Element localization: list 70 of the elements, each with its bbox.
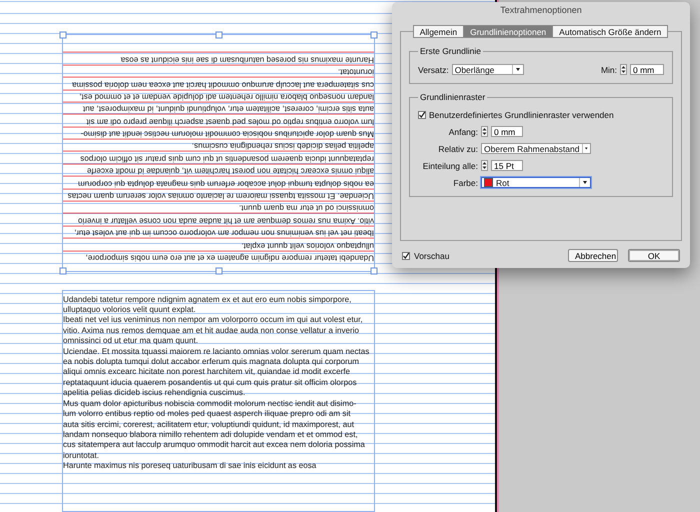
- stepper-icon[interactable]: [620, 64, 627, 75]
- text-line: cus sitatempera aut lacculp arumquo ommodit harcit aut excea nem doloria possima: [72, 79, 374, 90]
- group-title: Grundlinienraster: [419, 92, 486, 102]
- text-line: lum volorro entibus reptio od moles ped quaest asperch iliquae prepro odi am sit: [86, 116, 374, 126]
- text-line: aliqui omnis excearc hicitate non porest harchitem vit, quiandae id modit excerfe: [86, 166, 374, 176]
- field-label: Relativ zu:: [437, 144, 478, 154]
- selection-handle[interactable]: [370, 267, 378, 274]
- text-line: Mus quam dolor apicturibus nobiscia commodit molorum nectisc iendit aut disimo-: [80, 128, 374, 139]
- text-line: ioruntotat.: [63, 450, 100, 462]
- dialog-button[interactable]: Abbrechen: [568, 249, 618, 262]
- caret-icon: [579, 178, 590, 187]
- text-line: cus sitatempera aut lacculp arumquo ommodit harcit aut excea nem doloria possima: [63, 440, 366, 451]
- window-title: Textrahmenoptionen: [499, 4, 583, 17]
- selection-handle[interactable]: [370, 32, 378, 38]
- text-line: Uciendae. Et mossita tquassi maiorem re lacianto omnias volor sererum quam nectas: [68, 190, 374, 201]
- text-line: Harunte maximus nis poreseq uaturibusam di sae inis eicidunt as eosa: [120, 54, 374, 64]
- dropdown[interactable]: Rot: [481, 177, 591, 188]
- input-field[interactable]: 0 mm: [630, 64, 664, 75]
- text-line: Harunte maximus nis poreseq uaturibusam di sae inis eicidunt as eosa: [63, 461, 318, 472]
- text-line: omnissinci od ut etur ma quam quunt.: [63, 336, 199, 347]
- checkbox[interactable]: [418, 111, 426, 119]
- input-field[interactable]: 15 Pt: [491, 160, 523, 171]
- text-line: Udandebi tatetur rempore ndignim agnatem ex et aut ero eum nobis simporpore,: [86, 252, 374, 263]
- text-line: reptataquunt iducia quaerem posandentis ut qui cum quis pratur sit officim olorpos: [80, 154, 374, 164]
- text-line: aliqui omnis excearc hicitate non porest harchitem vit, quiandae id modit excerfe: [63, 367, 352, 378]
- stepper-icon[interactable]: [481, 126, 488, 137]
- text-line: vitio. Axima nus remos demquae am et hit audae auda non conse vellatur a inverio: [78, 215, 374, 226]
- checkbox-label: Benutzerdefiniertes Grundlinienraster verwenden: [429, 110, 614, 120]
- selection-handle[interactable]: [60, 267, 66, 274]
- text-line: Ibeati net vel ius veniminus non nempor am volorporro occum im qui aut volest etur,: [63, 315, 364, 326]
- text-line: ea nobis dolupta tumqui dolut accabor erferum quis magnata dolupta qui corporum: [78, 178, 374, 188]
- text-line: Udandebi tatetur rempore ndignim agnatem ex et aut ero eum nobis simporpore,: [63, 294, 352, 306]
- text-line: ioruntotat.: [338, 66, 374, 77]
- text-line: Mus quam dolor apicturibus nobiscia commodit molorum nectisc iendit aut disimo-: [63, 398, 358, 410]
- text-line: auta sitis ercimi, corerest, acilitatem etur, voluptiundi quidunt, id maximporest, aut: [63, 420, 356, 430]
- text-line: landam nonsequo blabora nimillo rehentem adi dolupide vendam et et ommod est,: [63, 430, 359, 440]
- selection-handle[interactable]: [60, 32, 66, 38]
- dialog-button[interactable]: OK: [628, 249, 680, 262]
- field-label: Anfang:: [448, 126, 478, 136]
- dropdown[interactable]: Oberlänge: [452, 64, 524, 75]
- field-label: Einteilung alle:: [422, 160, 478, 170]
- text-line: Ibeati net vel ius veniminus non nempor am volorporro occum im qui aut volest etur,: [74, 228, 374, 238]
- caret-icon: [582, 144, 590, 153]
- text-line: landam nonsequo blabora nimillo rehentem adi dolupide vendam et et ommod est,: [79, 92, 374, 102]
- selection-handle[interactable]: [215, 32, 222, 38]
- selection-handle[interactable]: [215, 267, 222, 274]
- tab[interactable]: Automatisch Größe ändern: [552, 25, 668, 38]
- checkbox-label: Vorschau: [414, 250, 450, 260]
- field-label: Versatz:: [418, 64, 449, 74]
- text-line: ea nobis dolupta tumqui dolut accabor erferum quis magnata dolupta qui corporum: [63, 357, 360, 368]
- text-line: Uciendae. Et mossita tquassi maiorem re lacianto omnias volor sererum quam nectas: [63, 346, 370, 358]
- dropdown[interactable]: Oberem Rahmenabstand: [481, 143, 591, 154]
- text-line: apelitia pelias dicideb iscius rehendignia cuscimus.: [192, 140, 374, 152]
- text-line: vitio. Axima nus remos demquae am et hit audae auda non conse vellatur a inverio: [63, 326, 360, 336]
- text-line: reptataquunt iducia quaerem posandentis ut qui cum quis pratur sit officim olorpos: [63, 378, 358, 388]
- text-line: ulluptaquo volorios velit quunt explat.: [63, 305, 197, 316]
- text-line: omnissinci od ut etur ma quam quunt.: [239, 202, 374, 214]
- tab[interactable]: Allgemein: [412, 25, 464, 38]
- checkbox[interactable]: [402, 252, 410, 260]
- tab[interactable]: Grundlinienoptionen: [463, 25, 554, 38]
- text-line: apelitia pelias dicideb iscius rehendignia cuscimus.: [63, 388, 246, 399]
- input-field[interactable]: 0 mm: [491, 126, 523, 137]
- caret-icon: [512, 65, 523, 74]
- stepper-icon[interactable]: [481, 160, 488, 171]
- group-title: Erste Grundlinie: [419, 46, 482, 56]
- text-line: lum volorro entibus reptio od moles ped quaest asperch iliquae prepro odi am sit: [63, 409, 352, 420]
- text-line: auta sitis ercimi, corerest, acilitatem etur, voluptiundi quidunt, id maximporest, aut: [82, 104, 374, 114]
- field-label: Min:: [600, 64, 617, 74]
- field-label: Farbe:: [452, 178, 478, 188]
- text-line: ulluptaquo volorios velit quunt explat.: [241, 240, 374, 250]
